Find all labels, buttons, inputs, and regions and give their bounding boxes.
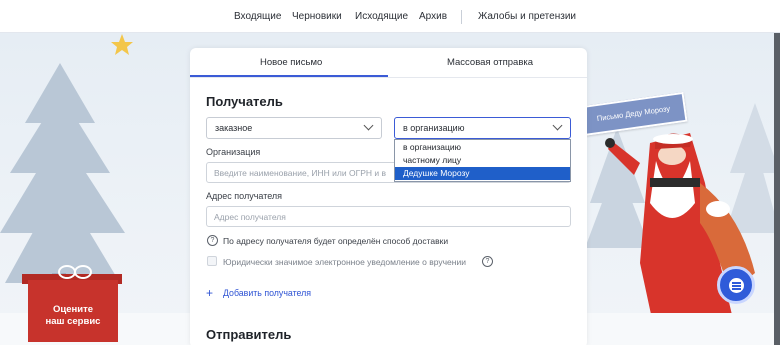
add-recipient-link[interactable]: Добавить получателя xyxy=(223,288,311,298)
chat-icon xyxy=(729,278,744,293)
form-tabs: Новое письмо Массовая отправка xyxy=(190,48,587,78)
address-placeholder: Адрес получателя xyxy=(214,212,286,222)
question-circle-icon[interactable]: ? xyxy=(482,256,493,267)
rate-line-2: наш сервис xyxy=(45,316,101,327)
window-edge xyxy=(774,33,780,345)
star-icon xyxy=(111,34,133,55)
organization-label: Организация xyxy=(206,147,261,157)
recipient-type-dropdown: в организацию частному лицу Дедушке Моро… xyxy=(394,139,571,182)
right-tree-far xyxy=(725,103,780,233)
nav-complaints[interactable]: Жалобы и претензии xyxy=(478,11,576,22)
chat-icon-line xyxy=(732,285,741,287)
recipient-type-value: в организацию xyxy=(403,123,465,133)
rate-line-1: Оцените xyxy=(52,304,94,315)
letter-type-select[interactable]: заказное xyxy=(206,117,382,139)
nav-drafts[interactable]: Черновики xyxy=(292,11,342,22)
rate-service-text[interactable]: Оцените наш сервис xyxy=(28,304,118,328)
nav-inbox[interactable]: Входящие xyxy=(234,11,281,22)
letter-form-card: Новое письмо Массовая отправка Получател… xyxy=(190,48,587,345)
active-tab-indicator xyxy=(190,75,388,77)
chat-icon-line xyxy=(732,282,741,284)
legal-notice-label: Юридически значимое электронное уведомле… xyxy=(223,257,466,267)
sender-title: Отправитель xyxy=(206,327,292,342)
chat-button[interactable] xyxy=(717,266,755,304)
address-label: Адрес получателя xyxy=(206,191,283,201)
question-circle-icon[interactable]: ? xyxy=(207,235,218,246)
option-ded-moroz[interactable]: Дедушке Морозу xyxy=(395,167,570,180)
nav-outbox[interactable]: Исходящие xyxy=(355,11,408,22)
gift-bow-icon xyxy=(58,265,92,279)
chevron-down-icon xyxy=(363,120,374,131)
nav-divider xyxy=(461,10,462,24)
option-organization[interactable]: в организацию xyxy=(395,141,570,154)
option-private-person[interactable]: частному лицу xyxy=(395,154,570,167)
recipient-type-select[interactable]: в организацию xyxy=(394,117,571,139)
tab-bulk-send[interactable]: Массовая отправка xyxy=(447,57,533,68)
letter-type-value: заказное xyxy=(215,123,253,133)
recipient-title: Получатель xyxy=(206,94,283,109)
top-nav: Входящие Черновики Исходящие Архив Жалоб… xyxy=(0,0,780,33)
delivery-hint: По адресу получателя будет определён спо… xyxy=(223,236,449,246)
chevron-down-icon xyxy=(552,120,563,131)
nav-archive[interactable]: Архив xyxy=(419,11,447,22)
address-input[interactable]: Адрес получателя xyxy=(206,206,571,227)
tab-new-letter[interactable]: Новое письмо xyxy=(260,57,322,68)
chat-icon-line xyxy=(732,288,741,290)
plus-icon[interactable]: + xyxy=(206,286,213,300)
legal-notice-checkbox[interactable] xyxy=(207,256,217,266)
organization-placeholder: Введите наименование, ИНН или ОГРН и в xyxy=(214,168,387,178)
